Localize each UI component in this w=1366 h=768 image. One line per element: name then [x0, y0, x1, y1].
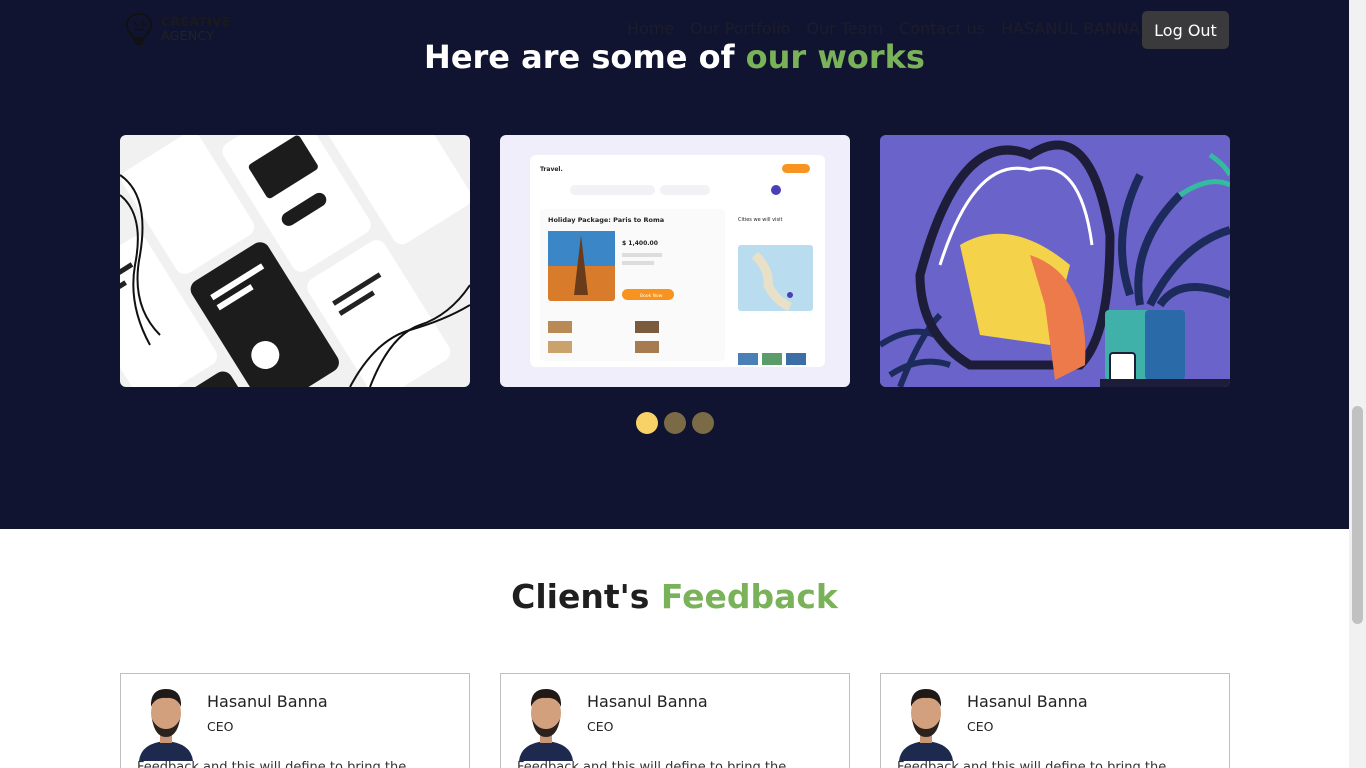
feedback-title: Client's Feedback [0, 577, 1349, 616]
client-name: Hasanul Banna [587, 692, 708, 711]
avatar [519, 689, 573, 761]
travel-price: $ 1,400.00 [622, 240, 658, 247]
portfolio-card-travel-site[interactable]: Travel. Holiday Package: Paris to Roma $… [500, 135, 850, 387]
client-feedback-text: Feedback and this will define to bring t… [517, 760, 787, 768]
client-feedback-text: Feedback and this will define to bring t… [137, 760, 407, 768]
nav-our-portfolio[interactable]: Our Portfolio [690, 19, 790, 38]
travel-headline: Holiday Package: Paris to Roma [548, 216, 664, 224]
works-title-main: Here are some of [424, 38, 746, 76]
travel-brand: Travel. [540, 166, 563, 173]
client-feedback-text: Feedback and this will define to bring t… [897, 760, 1167, 768]
travel-website-mockup-image: Travel. Holiday Package: Paris to Roma $… [530, 155, 825, 367]
main-nav: Home Our Portfolio Our Team Contact us H… [627, 19, 1140, 38]
nav-our-team[interactable]: Our Team [806, 19, 883, 38]
nav-user-name[interactable]: HASANUL BANNA [1001, 19, 1140, 38]
travel-cities-label: Cities we will visit [738, 217, 782, 223]
travel-book-now: Book Now [640, 293, 663, 299]
feedback-card: Hasanul Banna CEO Feedback and this will… [880, 673, 1230, 768]
book-app-mockup-image [120, 135, 470, 387]
feedback-title-main: Client's [511, 577, 661, 616]
portfolio-card-illustration[interactable] [880, 135, 1230, 387]
page-scrollbar[interactable] [1349, 0, 1366, 768]
feedback-card: Hasanul Banna CEO Feedback and this will… [120, 673, 470, 768]
client-role: CEO [207, 719, 234, 734]
scrollbar-thumb[interactable] [1352, 406, 1363, 624]
avatar [139, 689, 193, 761]
portfolio-card-book-app[interactable] [120, 135, 470, 387]
works-title-accent: our works [745, 38, 925, 76]
client-name: Hasanul Banna [207, 692, 328, 711]
carousel-dot-2[interactable] [664, 412, 686, 434]
works-title: Here are some of our works [0, 38, 1349, 76]
client-name: Hasanul Banna [967, 692, 1088, 711]
carousel-dot-1[interactable] [636, 412, 658, 434]
client-role: CEO [967, 719, 994, 734]
carousel-dot-3[interactable] [692, 412, 714, 434]
carousel-dots [636, 412, 714, 434]
nav-home[interactable]: Home [627, 19, 674, 38]
nav-contact-us[interactable]: Contact us [899, 19, 985, 38]
feedback-title-accent: Feedback [660, 577, 838, 616]
client-role: CEO [587, 719, 614, 734]
feedback-card: Hasanul Banna CEO Feedback and this will… [500, 673, 850, 768]
logo-line1: CREATIVE [161, 14, 231, 29]
hanging-chair-illustration-image [880, 135, 1230, 387]
avatar [899, 689, 953, 761]
